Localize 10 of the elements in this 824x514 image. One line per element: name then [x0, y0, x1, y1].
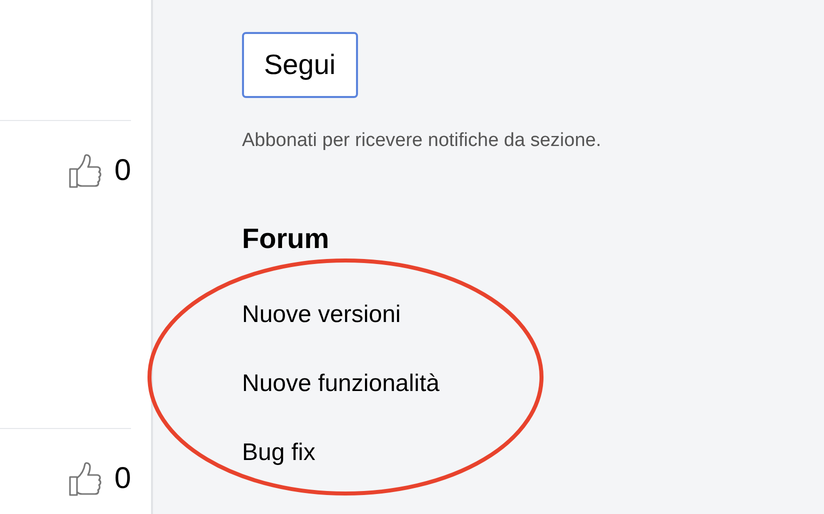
thumbs-up-icon	[68, 461, 102, 497]
like-count: 0	[114, 153, 131, 189]
follow-button[interactable]: Segui	[242, 32, 358, 98]
subscribe-hint: Abbonati per ricevere notifiche da sezione.	[242, 129, 602, 153]
forum-link[interactable]: Nuove versioni	[242, 300, 440, 330]
thumbs-up-icon	[68, 153, 102, 189]
like-count: 0	[114, 461, 131, 497]
forum-link[interactable]: Bug fix	[242, 438, 440, 468]
forum-link[interactable]: Nuove funzionalità	[242, 369, 440, 399]
forum-heading: Forum	[242, 222, 330, 256]
